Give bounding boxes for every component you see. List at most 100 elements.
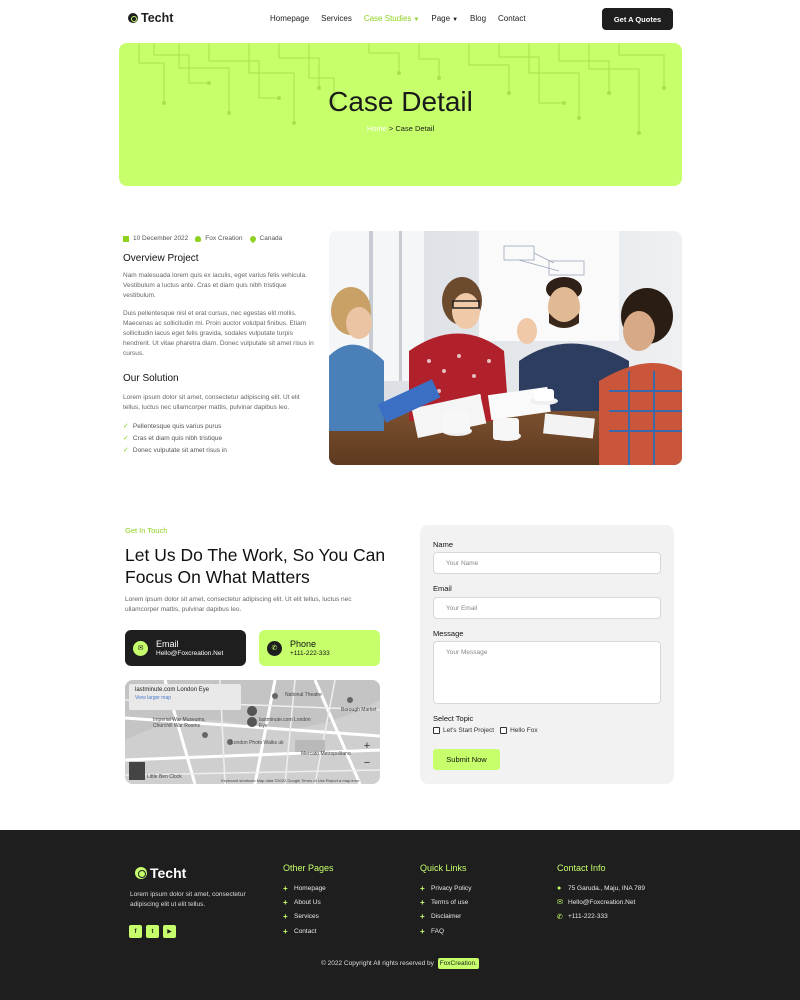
- footer-link[interactable]: + Contact: [283, 924, 334, 938]
- message-label: Message: [433, 629, 464, 638]
- list-item: ✓ Donec vulputate sit amet risus in: [123, 444, 227, 456]
- chevron-down-icon: ▼: [413, 17, 420, 23]
- meta-date-text: 10 December 2022: [133, 235, 189, 242]
- footer-phone-text: +111-222-333: [568, 913, 608, 921]
- overview-heading: Overview Project: [123, 253, 199, 264]
- footer-link-label: FAQ: [431, 927, 445, 935]
- list-item: ✓ Pellentesque quis varius purus: [123, 420, 227, 432]
- map-label: Imperial War Museums, Churchill War Room…: [153, 717, 206, 729]
- meta-date: 10 December 2022: [123, 235, 188, 242]
- contact-paragraph: Lorem ipsum dolor sit amet, consectetur …: [125, 596, 352, 613]
- check-icon: ✓: [123, 447, 129, 454]
- phone-icon: ✆: [557, 913, 563, 921]
- map-label: Little Ben Clock: [147, 774, 182, 780]
- footer-link-label: Contact: [294, 927, 317, 935]
- copyright-text: © 2022 Copyright All rights reserved by: [321, 960, 434, 967]
- contact-heading: Let Us Do The Work, So You Can Focus On …: [125, 545, 386, 587]
- list-item-text: Pellentesque quis varius purus: [132, 422, 222, 430]
- footer-link[interactable]: + Services: [283, 910, 334, 924]
- map-zoom-in-button[interactable]: +: [360, 740, 374, 754]
- nav-item-services[interactable]: Services: [321, 14, 352, 23]
- nav-item-contact[interactable]: Contact: [498, 14, 526, 23]
- footer-link[interactable]: + Privacy Policy: [420, 881, 471, 895]
- submit-button[interactable]: Submit Now: [433, 749, 500, 770]
- copyright: © 2022 Copyright All rights reserved by …: [0, 958, 800, 969]
- list-item-text: Cras et diam quis nibh tristique: [132, 434, 223, 442]
- email-input[interactable]: Your Email: [433, 597, 661, 619]
- overview-paragraph-1: Nam malesuada lorem quis ex iaculis, ege…: [123, 272, 307, 299]
- youtube-icon[interactable]: ▶: [163, 925, 176, 938]
- name-input[interactable]: Your Name: [433, 552, 661, 574]
- list-item-text: Donec vulputate sit amet risus in: [132, 446, 227, 454]
- breadcrumb: Home > Case Detail: [119, 124, 682, 133]
- copyright-brand-link[interactable]: FoxCreation.: [437, 958, 479, 969]
- logo-icon: [128, 13, 138, 23]
- team-meeting-image: [329, 231, 682, 465]
- footer-col-title: Contact Info: [557, 863, 606, 873]
- topic-checkbox-hello-fox[interactable]: Hello Fox: [500, 727, 538, 734]
- map-label: London Photo Walks uk: [231, 740, 284, 746]
- nav-item-case-studies[interactable]: Case Studies ▼: [364, 14, 420, 23]
- embedded-map[interactable]: lastminute.com London Eye View larger ma…: [125, 680, 380, 784]
- footer-link-label: About Us: [294, 898, 321, 906]
- phone-contact-card[interactable]: ✆ Phone +111-222-333: [259, 630, 380, 666]
- logo-icon: [135, 867, 147, 879]
- footer-link[interactable]: + About Us: [283, 895, 334, 909]
- checkbox[interactable]: [433, 727, 440, 734]
- nav-item-homepage[interactable]: Homepage: [270, 14, 309, 23]
- footer-logo[interactable]: Techt: [135, 865, 186, 881]
- calendar-icon: [123, 235, 129, 242]
- footer-phone[interactable]: ✆ +111-222-333: [557, 910, 645, 924]
- message-textarea[interactable]: Your Message: [433, 641, 661, 704]
- topic-checkbox-start-project[interactable]: Let's Start Project: [433, 727, 494, 734]
- map-attribution: Keyboard shortcuts Map data ©2022 Google…: [221, 778, 360, 783]
- nav-item-case-studies-label: Case Studies: [363, 14, 412, 23]
- footer-link[interactable]: + Homepage: [283, 881, 334, 895]
- map-place-title: lastminute.com London Eye: [135, 687, 210, 693]
- email-label: Email: [433, 584, 452, 593]
- get-quote-button[interactable]: Get A Quotes: [602, 8, 673, 30]
- map-label: lastminute.com London Eye: [259, 717, 311, 729]
- meta-location-text: Canada: [259, 235, 283, 242]
- phone-card-title: Phone: [290, 638, 317, 649]
- topic-label: Select Topic: [433, 714, 474, 723]
- view-larger-map-link[interactable]: View larger map: [135, 695, 235, 701]
- map-label: Borough Market: [341, 707, 377, 713]
- facebook-icon[interactable]: f: [129, 925, 142, 938]
- main-menu: Homepage Services Case Studies ▼ Page ▼ Bl…: [270, 14, 526, 23]
- footer-logo-text: Techt: [150, 865, 187, 881]
- map-zoom-out-button[interactable]: −: [360, 757, 374, 771]
- site-footer: Techt Lorem ipsum dolor sit amet, consec…: [0, 830, 800, 1000]
- footer-link[interactable]: + FAQ: [420, 924, 471, 938]
- twitter-icon[interactable]: t: [146, 925, 159, 938]
- footer-about-text: Lorem ipsum dolor sit amet, consectetur …: [130, 891, 246, 908]
- mail-icon: ✉: [557, 899, 563, 907]
- footer-link[interactable]: + Disclaimer: [420, 910, 471, 924]
- footer-link[interactable]: + Terms of use: [420, 895, 471, 909]
- checkbox[interactable]: [500, 727, 508, 734]
- footer-link-label: Homepage: [294, 884, 326, 892]
- solution-paragraph: Lorem ipsum dolor sit amet, consectetur …: [123, 394, 300, 411]
- logo[interactable]: Techt: [128, 11, 173, 25]
- footer-email[interactable]: ✉ Hello@Foxcreation.Net: [557, 895, 645, 909]
- nav-item-blog[interactable]: Blog: [470, 14, 486, 23]
- meta-author-text: Fox Creation: [205, 235, 243, 242]
- solution-heading: Our Solution: [123, 373, 179, 384]
- list-item: ✓ Cras et diam quis nibh tristique: [123, 432, 227, 444]
- check-icon: ✓: [123, 435, 129, 442]
- footer-col-other-pages: Other Pages + Homepage + About Us + Service…: [283, 863, 334, 938]
- plus-icon: +: [283, 897, 288, 907]
- post-meta: 10 December 2022 Fox Creation Canada: [123, 234, 283, 243]
- phone-icon: ✆: [267, 640, 282, 656]
- email-contact-card[interactable]: ✉ Email Hello@Foxcreation.Net: [125, 630, 246, 666]
- breadcrumb-home-link[interactable]: Home: [367, 124, 387, 133]
- nav-item-page[interactable]: Page ▼: [431, 14, 458, 23]
- logo-text: Techt: [141, 11, 174, 25]
- email-card-value: Hello@Foxcreation.Net: [156, 649, 224, 657]
- topic-option-label: Let's Start Project: [443, 727, 495, 734]
- nav-item-page-label: Page: [431, 14, 451, 23]
- chevron-down-icon: ▼: [452, 17, 459, 23]
- plus-icon: +: [420, 883, 425, 893]
- map-label: National Theatre: [285, 692, 322, 698]
- footer-link-label: Services: [294, 913, 319, 921]
